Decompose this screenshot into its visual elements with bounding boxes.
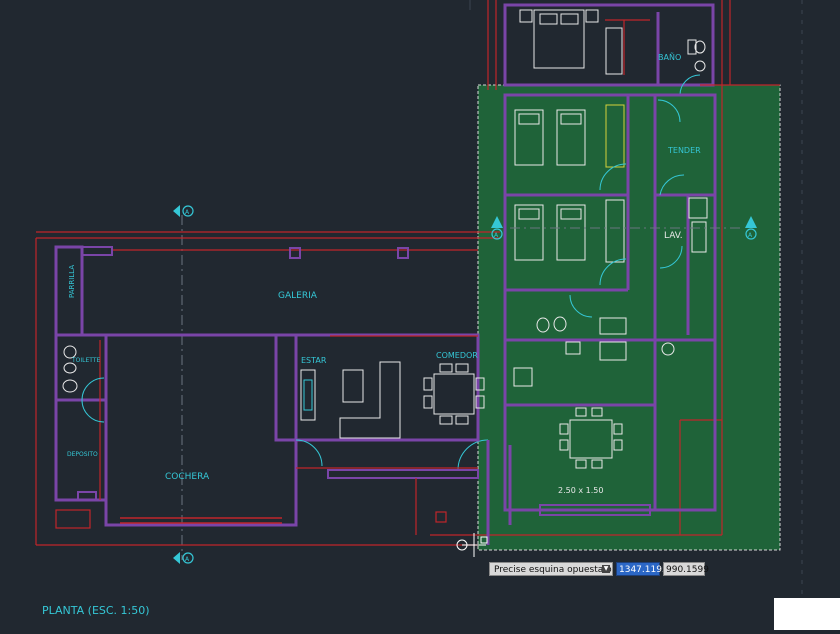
viewport-corner-panel — [774, 598, 840, 630]
main-block — [35, 231, 500, 546]
label-galeria: GALERIA — [278, 291, 318, 301]
section-marker-label: A — [185, 556, 190, 563]
label-cochera: COCHERA — [165, 472, 210, 482]
command-prompt-text: Precise esquina opuesta o — [494, 565, 612, 575]
dimension-label: 2.50 x 1.50 — [558, 486, 603, 495]
coordinate-x-input[interactable]: 1347.1195 — [616, 562, 668, 576]
label-comedor: COMEDOR — [436, 351, 478, 360]
upper-wing — [487, 0, 731, 96]
label-deposito: DEPOSITO — [67, 451, 98, 458]
label-tender: TENDER — [667, 146, 701, 155]
label-lav: LAV. — [664, 231, 683, 241]
coordinate-y-input[interactable]: 990.1599 — [663, 562, 709, 576]
section-marker-label: A — [185, 209, 190, 216]
plan-title: PLANTA (ESC. 1:50) — [42, 604, 150, 617]
section-marker-top — [173, 205, 194, 217]
label-parrilla: PARRILLA — [68, 265, 76, 298]
command-prompt-tooltip[interactable]: Precise esquina opuesta o ▼ — [489, 562, 613, 576]
drawing-canvas[interactable]: BAÑO TENDER LAV. GALERIA PARRILLA TOILET… — [0, 0, 840, 630]
label-estar: ESTAR — [301, 356, 327, 365]
chevron-down-icon[interactable]: ▼ — [602, 565, 610, 573]
label-bano: BAÑO — [658, 52, 681, 62]
label-toilette: TOILETTE — [71, 357, 101, 364]
section-marker-bottom — [173, 552, 194, 564]
